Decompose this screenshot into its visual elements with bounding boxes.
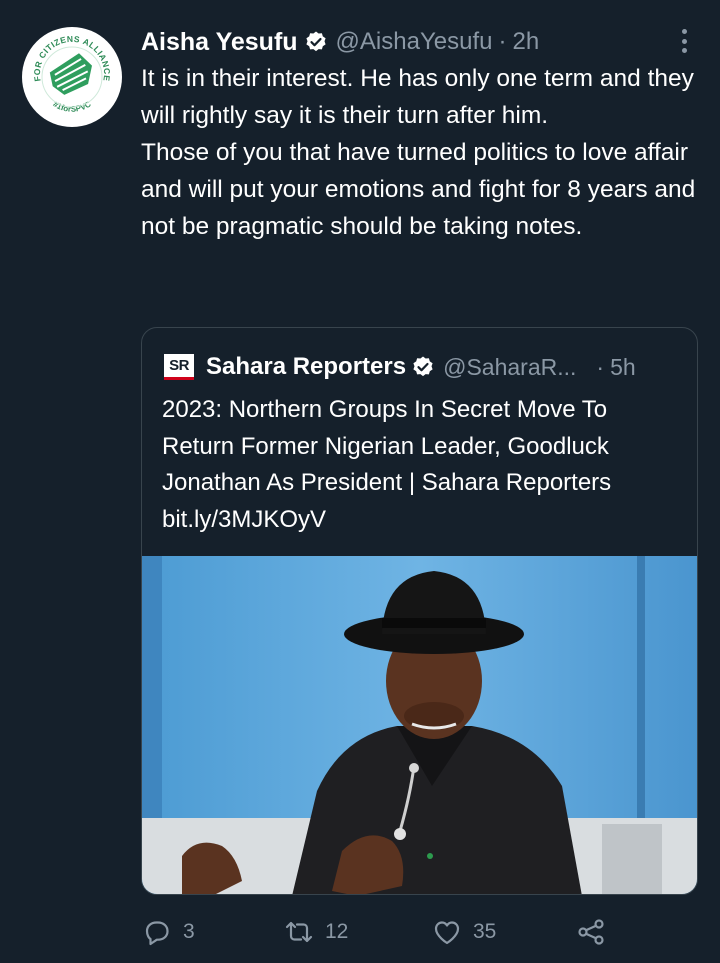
quoted-link[interactable]: bit.ly/3MJKOyV: [162, 502, 687, 539]
citizens-alliance-logo-icon: FOR CITIZENS ALLIANCE #1forSPVC: [23, 28, 121, 126]
author-handle[interactable]: @AishaYesufu: [336, 28, 493, 56]
person-in-hat-photo: [142, 556, 697, 894]
quoted-tweet-text: 2023: Northern Groups In Secret Move To …: [162, 392, 687, 538]
author-name[interactable]: Aisha Yesufu: [141, 28, 298, 57]
quoted-tweet-image[interactable]: [142, 556, 697, 894]
quoted-text-line: Return Former Nigerian Leader, Goodluck: [162, 432, 609, 460]
tweet-text: It is in their interest. He has only one…: [141, 60, 701, 245]
share-button[interactable]: [575, 912, 607, 952]
retweet-icon: [285, 921, 313, 943]
header-separator: ·: [498, 28, 507, 55]
quoted-text-line: Jonathan As President | Sahara Reporters: [162, 469, 612, 496]
retweet-count: 12: [325, 920, 349, 943]
quoted-tweet[interactable]: SR Sahara Reporters @SaharaR... · 5h 202…: [141, 327, 698, 895]
reply-button[interactable]: 3: [141, 912, 195, 952]
quoted-header-separator: ·: [596, 353, 605, 380]
retweet-button[interactable]: 12: [283, 912, 348, 952]
tweet-header: Aisha Yesufu @AishaYesufu · 2h: [141, 24, 539, 60]
reply-count: 3: [183, 920, 195, 943]
tweet[interactable]: FOR CITIZENS ALLIANCE #1forSPVC Aisha Ye…: [0, 0, 720, 963]
sahara-reporters-logo: SR: [164, 354, 194, 380]
verified-badge-icon: [305, 31, 326, 52]
author-avatar[interactable]: FOR CITIZENS ALLIANCE #1forSPVC: [22, 27, 122, 127]
tweet-timestamp[interactable]: 2h: [512, 28, 539, 56]
quoted-tweet-header: SR Sahara Reporters @SaharaR... · 5h: [164, 348, 683, 386]
tweet-paragraph: Those of you that have turned politics t…: [141, 139, 696, 240]
share-icon: [578, 919, 604, 945]
like-count: 35: [473, 920, 497, 943]
tweet-actions: 3 12 35: [141, 912, 621, 952]
quoted-author-handle: @SaharaR...: [443, 353, 577, 380]
quoted-text-line: 2023: Northern Groups In Secret Move To: [162, 396, 608, 423]
more-options-icon[interactable]: [678, 26, 690, 56]
reply-icon: [145, 921, 169, 946]
verified-badge-icon: [413, 356, 433, 377]
heart-icon: [434, 921, 460, 945]
quoted-author-name: Sahara Reporters: [206, 353, 407, 380]
like-button[interactable]: 35: [431, 912, 496, 952]
tweet-paragraph: It is in their interest. He has only one…: [141, 65, 694, 129]
quoted-timestamp: 5h: [610, 353, 636, 380]
